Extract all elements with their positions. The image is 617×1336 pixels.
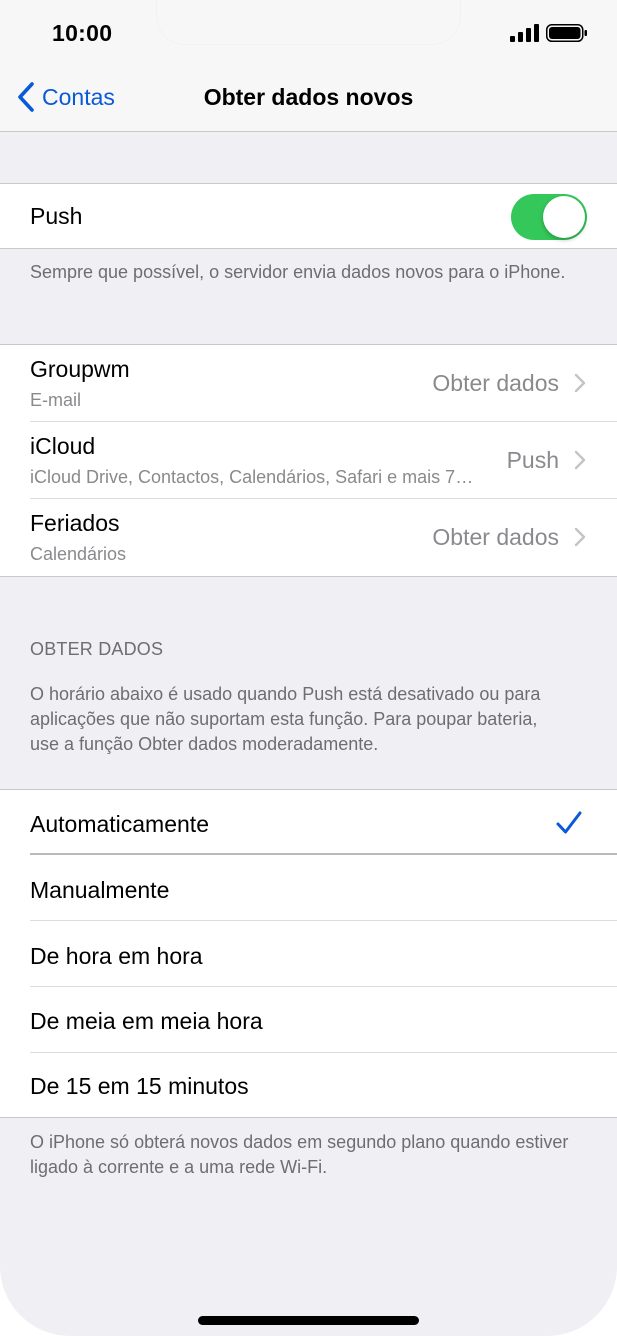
account-fetch-value: Push xyxy=(506,447,559,473)
chevron-right-icon xyxy=(574,450,586,470)
account-row-feriados[interactable]: Feriados Calendários Obter dados xyxy=(0,499,617,576)
account-fetch-value: Obter dados xyxy=(432,370,559,396)
chevron-left-icon xyxy=(18,82,34,112)
toggle-knob xyxy=(543,196,585,238)
cellular-signal-icon xyxy=(510,24,539,42)
back-button[interactable]: Contas xyxy=(16,81,115,113)
status-bar: 10:00 xyxy=(0,0,617,60)
notch xyxy=(157,0,460,44)
push-label: Push xyxy=(30,203,83,229)
status-time: 10:00 xyxy=(52,20,113,46)
divider xyxy=(0,248,617,249)
settings-screen: 10:00 Obter dados novos Contas Push Semp… xyxy=(0,0,617,1336)
home-indicator xyxy=(198,1316,419,1325)
account-name: Feriados xyxy=(30,510,120,536)
section-header: OBTER DADOS xyxy=(30,639,164,659)
push-toggle[interactable] xyxy=(511,194,587,240)
chevron-right-icon xyxy=(574,373,586,393)
option-label: Manualmente xyxy=(30,877,170,903)
account-name: Groupwm xyxy=(30,356,130,382)
account-row-groupwm[interactable]: Groupwm E-mail Obter dados xyxy=(0,345,617,422)
option-15-minutes[interactable]: De 15 em 15 minutos xyxy=(0,1053,617,1117)
option-label: De hora em hora xyxy=(30,943,203,969)
option-half-hourly[interactable]: De meia em meia hora xyxy=(0,987,617,1053)
push-footnote: Sempre que possível, o servidor envia da… xyxy=(30,262,566,282)
schedule-options-group: Automaticamente Manualmente De hora em h… xyxy=(0,790,617,1117)
bottom-footnote: O iPhone só obterá novos dados em segund… xyxy=(30,1132,569,1177)
push-group: Push xyxy=(0,184,617,248)
battery-icon xyxy=(546,24,587,42)
chevron-right-icon xyxy=(574,527,586,547)
option-label: De 15 em 15 minutos xyxy=(30,1073,249,1099)
divider xyxy=(0,576,617,577)
fetch-description: O horário abaixo é usado quando Push est… xyxy=(30,684,541,754)
account-fetch-value: Obter dados xyxy=(432,524,559,550)
option-label: Automaticamente xyxy=(30,811,209,837)
push-row: Push xyxy=(0,184,617,248)
account-subtitle: Calendários xyxy=(30,544,127,564)
divider xyxy=(0,1117,617,1118)
option-manualmente[interactable]: Manualmente xyxy=(0,855,617,921)
back-button-label: Contas xyxy=(42,83,115,110)
account-row-icloud[interactable]: iCloud iCloud Drive, Contactos, Calendár… xyxy=(0,422,617,499)
navigation-bar: Obter dados novos Contas xyxy=(0,60,617,132)
option-hourly[interactable]: De hora em hora xyxy=(0,921,617,987)
account-subtitle: iCloud Drive, Contactos, Calendários, Sa… xyxy=(30,467,474,487)
account-name: iCloud xyxy=(30,433,96,459)
checkmark-icon xyxy=(556,811,582,834)
option-automaticamente[interactable]: Automaticamente xyxy=(0,790,617,855)
accounts-group: Groupwm E-mail Obter dados iCloud iCloud… xyxy=(0,345,617,576)
account-subtitle: E-mail xyxy=(30,390,82,410)
option-label: De meia em meia hora xyxy=(30,1008,263,1034)
